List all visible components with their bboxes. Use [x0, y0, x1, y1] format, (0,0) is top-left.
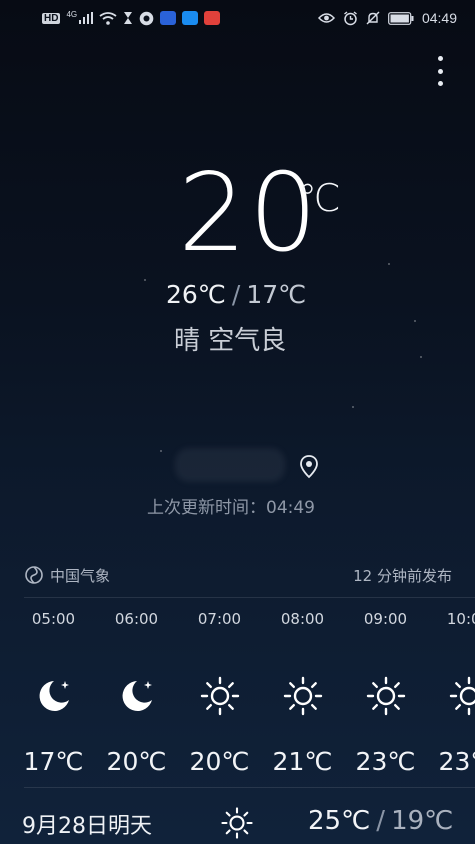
status-bar-right: 04:49	[317, 9, 457, 27]
location-pin-icon[interactable]	[298, 454, 320, 480]
published-time: 12 分钟前发布	[353, 566, 452, 585]
hour-time: 05:00	[31, 610, 76, 628]
hour-temperature: 20℃	[189, 747, 250, 776]
eye-comfort-icon	[317, 13, 335, 23]
status-time: 04:49	[421, 10, 457, 26]
menu-dot	[437, 68, 443, 74]
hourly-item: 06:00 20℃	[95, 610, 178, 776]
sun-icon	[261, 675, 344, 717]
notification-app-icon	[139, 11, 154, 25]
hour-temperature: 20℃	[106, 747, 167, 776]
hour-time: 09:00	[363, 610, 408, 628]
hour-time: 10:00	[446, 610, 475, 628]
signal-icon	[79, 12, 94, 24]
high-low-separator: /	[231, 280, 241, 309]
hourly-item: 09:00 23℃	[344, 610, 427, 776]
location-name-blurred[interactable]	[175, 448, 285, 482]
star-dot	[420, 356, 422, 358]
star-dot	[144, 279, 146, 281]
star-dot	[160, 450, 162, 452]
alipay-icon	[182, 11, 199, 25]
sun-icon	[344, 675, 427, 717]
forecast-date: 9月28日明天	[22, 814, 152, 839]
hourly-item-clip: 10:00 23℃	[427, 600, 475, 785]
network-type: 4G	[66, 9, 78, 19]
hour-temperature: 17℃	[23, 747, 84, 776]
cma-logo-icon	[25, 566, 43, 584]
mute-icon	[366, 11, 380, 24]
moon-icon	[12, 675, 95, 717]
moon-icon	[95, 675, 178, 717]
star-dot	[388, 263, 390, 265]
hour-time: 07:00	[197, 610, 242, 628]
alarm-icon	[344, 10, 357, 25]
hourly-item: 05:00 17℃	[12, 610, 95, 776]
hour-temperature: 23℃	[438, 747, 475, 776]
hourly-item: 08:00 21℃	[261, 610, 344, 776]
hourly-forecast[interactable]: 05:00 17℃ 06:00 20℃ 07:00 20℃ 08:00 21℃ …	[0, 600, 475, 785]
battery-icon	[388, 11, 414, 25]
weather-condition: 晴 空气良	[174, 326, 287, 356]
app-notification-blue-icon	[160, 11, 177, 25]
forecast-high: 25℃	[308, 806, 371, 836]
last-updated-time: 上次更新时间：04:49	[147, 498, 315, 518]
hourly-item: 07:00 20℃	[178, 610, 261, 776]
forecast-low: 19℃	[391, 806, 454, 836]
more-options-button[interactable]	[435, 56, 445, 86]
sun-icon	[178, 675, 261, 717]
star-dot	[414, 320, 416, 322]
hd-indicator: HD	[42, 12, 61, 24]
divider	[24, 597, 475, 598]
wifi-icon	[99, 11, 117, 25]
weather-source[interactable]: 中国气象	[24, 565, 110, 586]
high-low-temperature: 26℃/17℃	[166, 280, 306, 309]
menu-dot	[437, 81, 443, 86]
weather-source-name: 中国气象	[50, 566, 111, 585]
forecast-temperatures: 25℃/19℃	[308, 806, 453, 836]
weather-source-row: 中国气象 12 分钟前发布	[24, 562, 452, 588]
hour-time: 06:00	[114, 610, 159, 628]
hourly-item: 10:00 23℃	[427, 610, 475, 776]
sun-icon	[221, 807, 253, 839]
daily-forecast-row[interactable]: 9月28日明天 25℃/19℃	[22, 806, 453, 842]
status-bar-left: HD 4G	[42, 9, 221, 27]
hourglass-icon	[124, 12, 133, 24]
hour-time: 08:00	[280, 610, 325, 628]
divider	[24, 787, 475, 788]
high-temperature: 26℃	[166, 280, 226, 309]
temperature-unit: ℃	[298, 176, 341, 220]
forecast-separator: /	[376, 806, 386, 836]
hour-temperature: 23℃	[355, 747, 416, 776]
star-dot	[352, 406, 354, 408]
sun-icon	[427, 675, 475, 717]
low-temperature: 17℃	[246, 280, 307, 309]
menu-dot	[437, 56, 443, 61]
app-notification-red-icon	[204, 11, 221, 25]
hour-temperature: 21℃	[272, 747, 333, 776]
